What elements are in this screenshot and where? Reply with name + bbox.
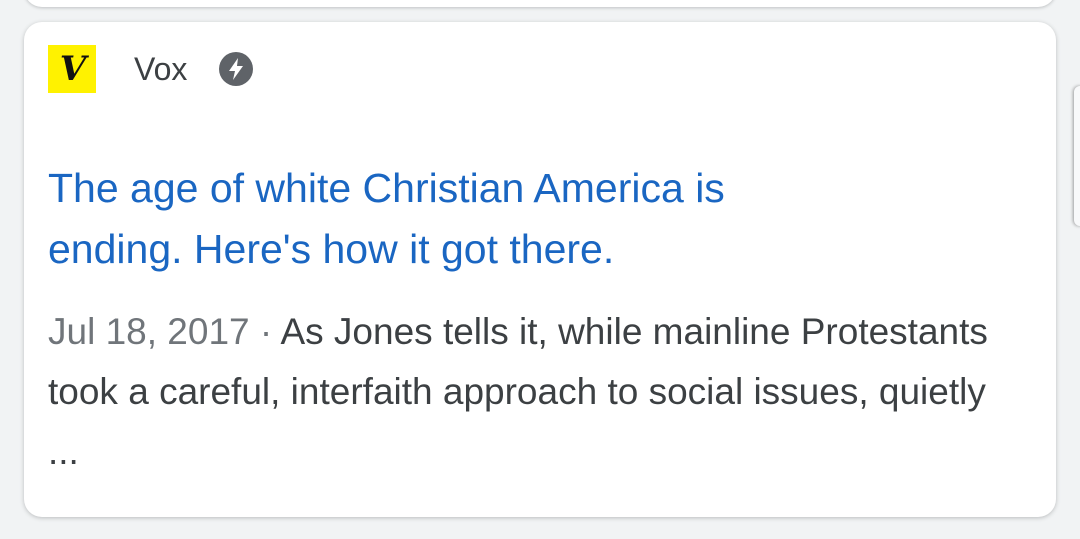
date-separator: · (259, 311, 273, 352)
result-title-line-2: ending. Here's how it got there. (48, 226, 615, 272)
scrollbar-handle[interactable] (1074, 86, 1080, 226)
previous-result-card (24, 0, 1056, 7)
result-source[interactable]: V Vox (48, 45, 254, 93)
result-date: Jul 18, 2017 (48, 311, 250, 352)
amp-lightning-icon (219, 52, 254, 86)
result-title-link[interactable]: The age of white Christian America is en… (48, 158, 948, 280)
vox-favicon-icon: V (48, 45, 96, 93)
source-name: Vox (134, 50, 188, 87)
result-title-line-1: The age of white Christian America is (48, 165, 725, 211)
result-snippet: Jul 18, 2017 · As Jones tells it, while … (48, 302, 1008, 482)
